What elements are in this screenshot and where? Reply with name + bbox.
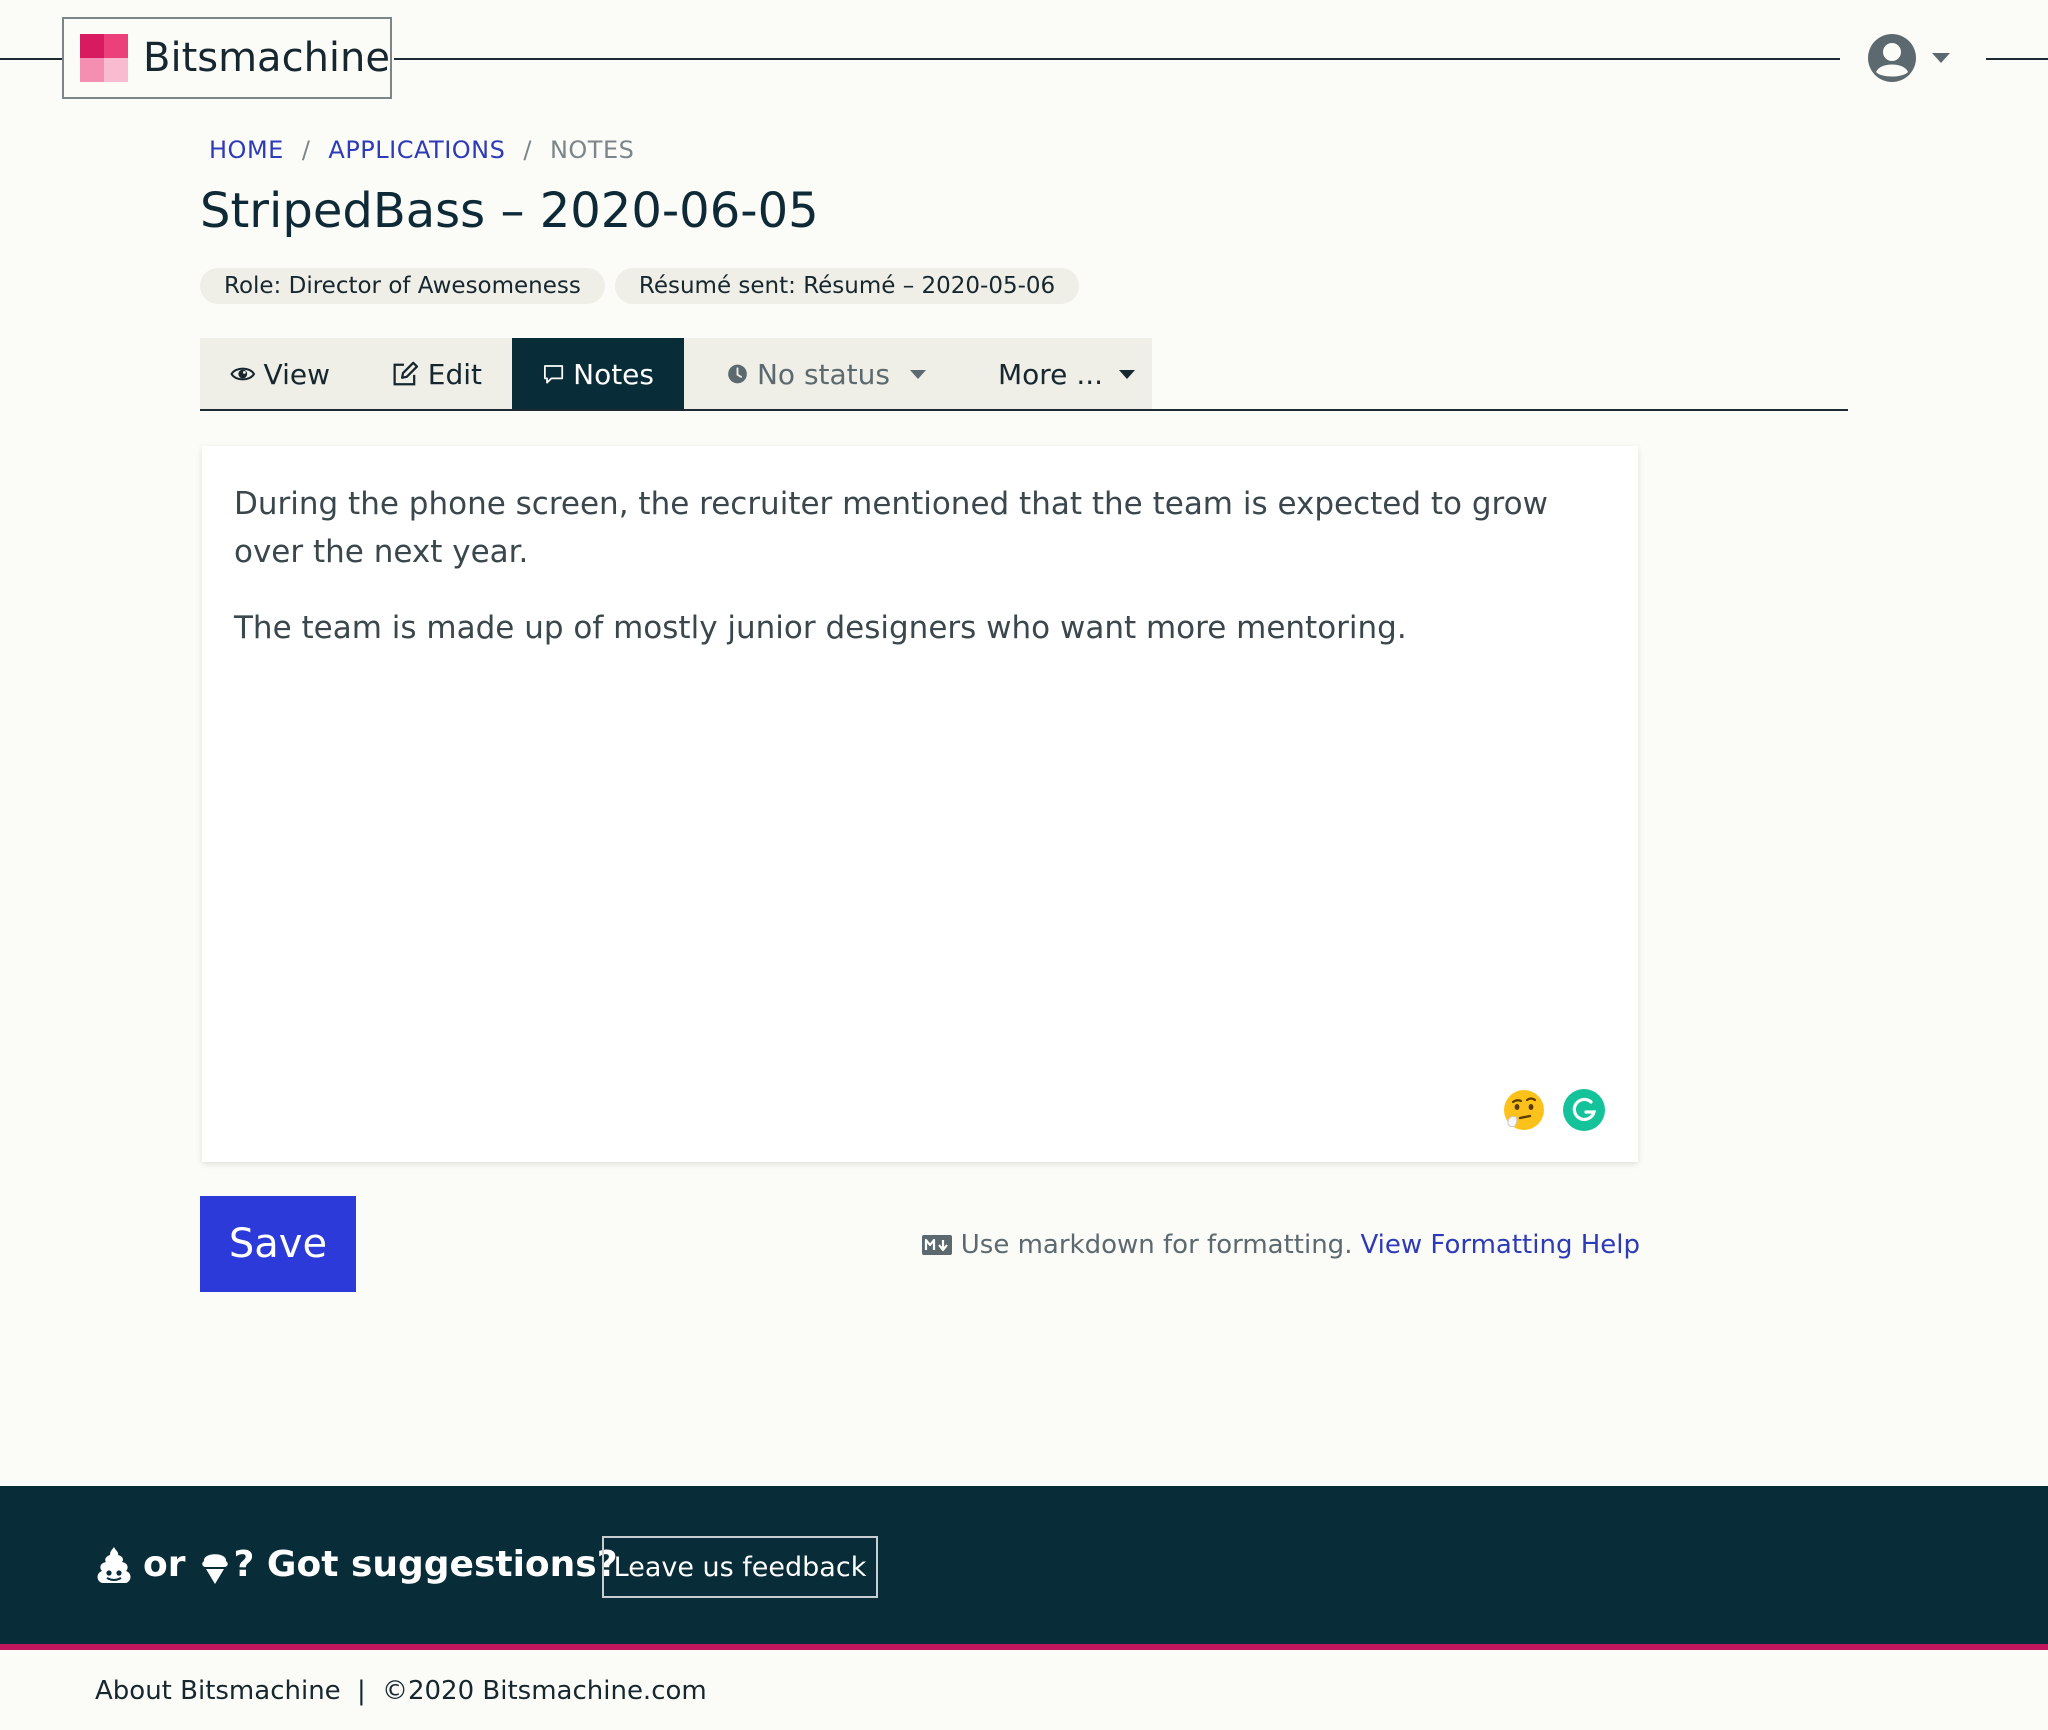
breadcrumb-current: NOTES [549,136,635,164]
ice-cream-icon [201,1553,228,1584]
header-rule-left [0,58,62,60]
application-chips: Role: Director of Awesomeness Résumé sen… [200,268,1089,304]
header-rule-right [1986,58,2048,60]
poop-icon [97,1546,131,1583]
breadcrumb-applications-link[interactable]: APPLICATIONS [328,136,505,164]
chevron-down-icon [1119,369,1136,379]
logo-square-4 [104,58,128,82]
save-button[interactable]: Save [200,1196,356,1292]
footer-bottom: About Bitsmachine | ©2020 Bitsmachine.co… [95,1676,707,1706]
tab-notes[interactable]: Notes [512,338,684,410]
clock-icon [728,364,747,384]
grammar-checker-icon[interactable] [1562,1088,1606,1132]
copyright: ©2020 Bitsmachine.com [381,1676,707,1706]
format-hint-text: Use markdown for formatting. [960,1230,1353,1260]
about-link[interactable]: About Bitsmachine [95,1676,341,1706]
format-hint: Use markdown for formatting. View Format… [921,1230,1640,1260]
formatting-help-link[interactable]: View Formatting Help [1360,1230,1640,1260]
logo-square-2 [104,34,128,58]
breadcrumb-home-link[interactable]: HOME [209,136,284,164]
application-tabs: View Edit Notes No status More ... [200,338,1152,410]
user-circle-icon [1868,34,1916,82]
comment-icon [544,365,564,384]
chevron-down-icon [910,369,926,379]
tab-edit[interactable]: Edit [360,338,512,410]
status-dropdown-label: No status [756,357,890,391]
user-menu[interactable] [1866,30,1970,86]
header-rule-middle [394,58,1840,60]
brand-name: Bitsmachine [143,35,390,81]
footer-headline: or ? Got suggestions? [95,1544,618,1585]
tab-view[interactable]: View [200,338,360,410]
note-paragraph: The team is made up of mostly junior des… [234,610,1407,646]
more-dropdown-label: More ... [998,357,1104,391]
footer-headline-tail: ? Got suggestions? [233,1544,618,1585]
footer: or ? Got suggestions? Leave us feedback [0,1486,2048,1650]
markdown-icon [921,1235,952,1255]
tab-notes-label: Notes [573,357,654,391]
tab-view-label: View [263,357,330,391]
brand-logo[interactable]: Bitsmachine [62,17,392,99]
footer-headline-or: or [143,1544,186,1585]
role-chip: Role: Director of Awesomeness [200,268,605,304]
status-dropdown[interactable]: No status [684,338,956,410]
page-title: StripedBass – 2020-06-05 [200,183,819,239]
editor-widgets [1502,1088,1606,1132]
thinking-face-icon[interactable] [1502,1088,1546,1132]
note-paragraph: During the phone screen, the recruiter m… [234,486,1548,570]
notes-editor[interactable]: During the phone screen, the recruiter m… [202,446,1638,1162]
footer-separator: | [356,1676,366,1706]
tabbar-rule [200,409,1848,411]
logo-square-3 [80,58,104,82]
breadcrumb-separator: / [523,136,532,164]
more-dropdown[interactable]: More ... [956,338,1152,410]
chevron-down-icon [1932,53,1950,63]
breadcrumb-separator: / [301,136,311,164]
logo-square-1 [80,34,104,58]
feedback-button[interactable]: Leave us feedback [602,1536,878,1598]
breadcrumb: HOME / APPLICATIONS / NOTES [209,136,634,164]
edit-icon [393,361,419,386]
resume-chip: Résumé sent: Résumé – 2020-05-06 [614,268,1080,304]
eye-icon [230,367,256,381]
tab-edit-label: Edit [427,357,482,391]
logo-mark-icon [80,34,128,82]
